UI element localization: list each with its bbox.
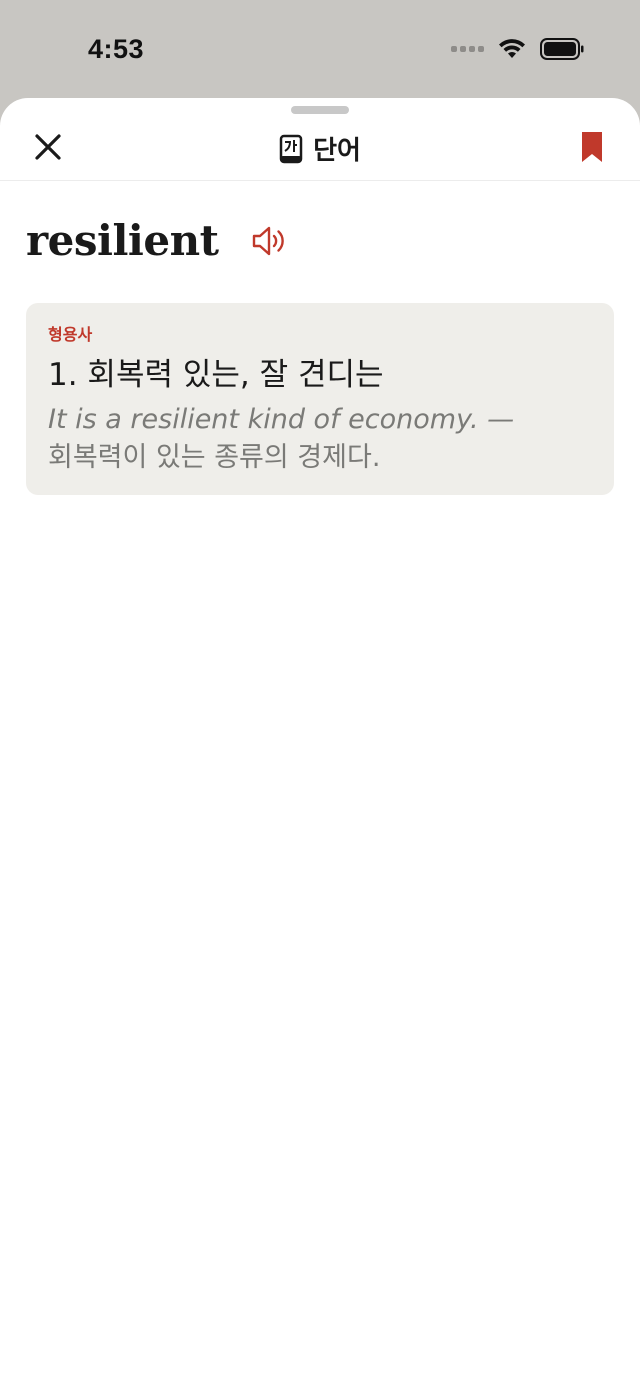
example-sentence: It is a resilient kind of economy. — 회복력…: [48, 401, 592, 477]
definition-card: 형용사 1. 회복력 있는, 잘 견디는 It is a resilient k…: [26, 303, 614, 495]
word-sheet: 단어 resilient 형용사 1. 회복력 있는, 잘 견디는 It is …: [0, 98, 640, 1391]
wifi-icon: [499, 39, 525, 58]
battery-icon: [540, 38, 584, 60]
korean-dictionary-icon: [279, 134, 303, 163]
status-bar: 4:53: [0, 0, 640, 98]
header-title-text: 단어: [313, 136, 361, 166]
definition-text: 1. 회복력 있는, 잘 견디는: [48, 357, 384, 393]
status-time: 4:53: [88, 34, 145, 64]
sheet-header: 단어: [0, 118, 640, 181]
sheet-grabber[interactable]: [291, 106, 349, 114]
part-of-speech: 형용사: [48, 325, 93, 344]
cellular-signal-icon: [451, 46, 484, 52]
example-english: It is a resilient kind of economy. —: [48, 404, 515, 435]
word-row: resilient: [26, 216, 289, 265]
bookmark-button[interactable]: [580, 130, 604, 164]
pronounce-button[interactable]: [251, 224, 289, 258]
example-korean: 회복력이 있는 종류의 경제다.: [48, 442, 381, 473]
entry-word: resilient: [26, 216, 219, 265]
status-icons: [451, 38, 584, 60]
bookmark-icon: [582, 132, 602, 162]
header-title: 단어: [0, 130, 640, 167]
speaker-icon: [252, 226, 284, 255]
